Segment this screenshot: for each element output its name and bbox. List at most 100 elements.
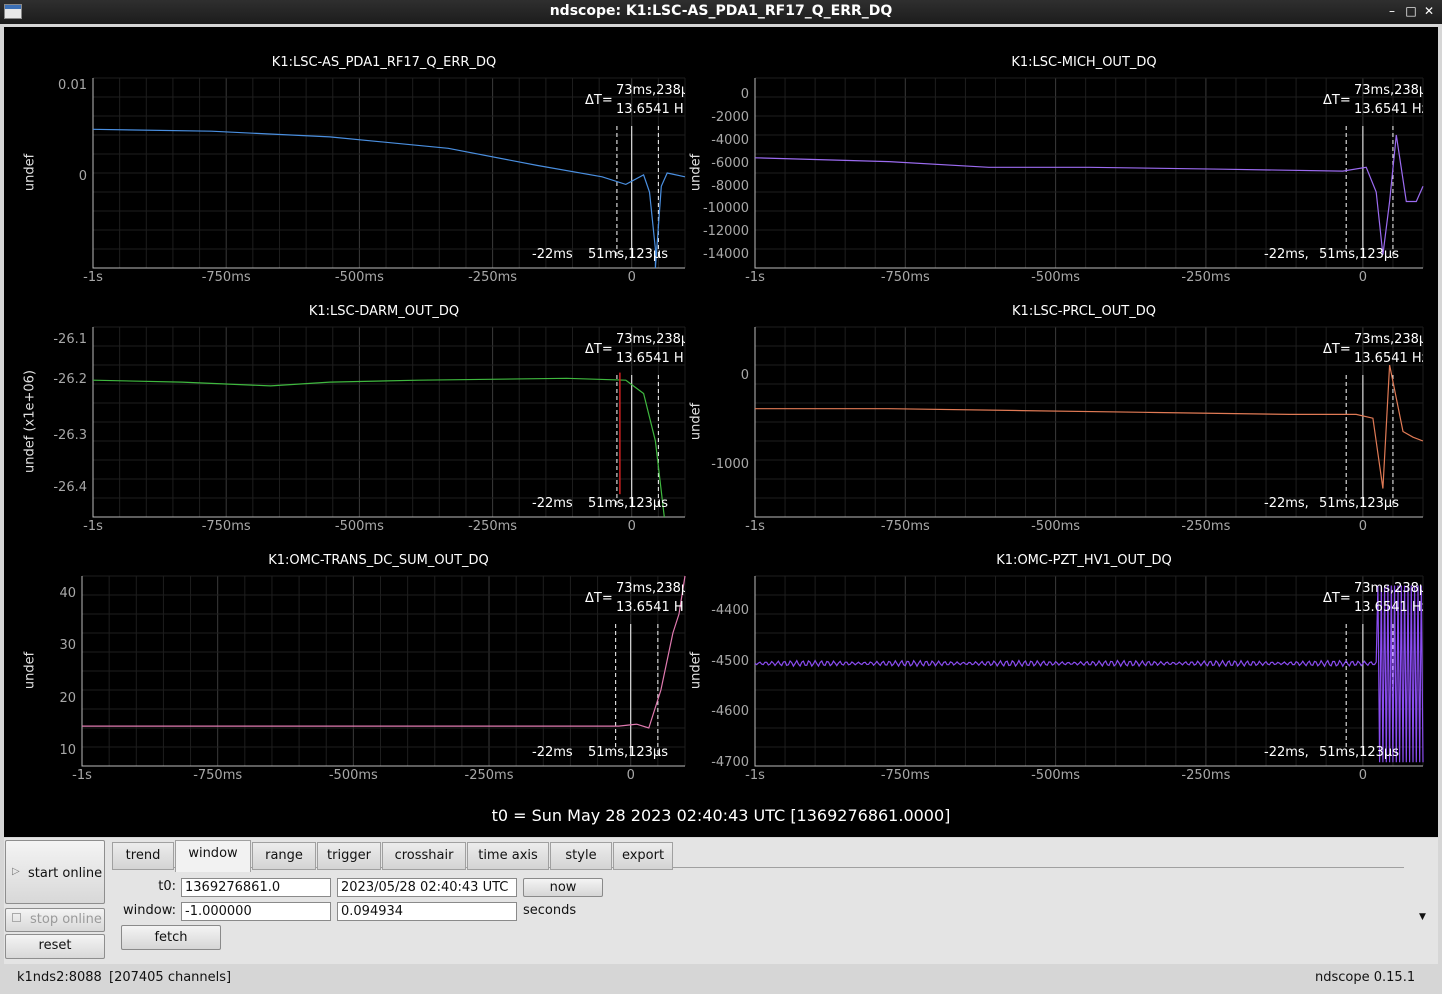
y-tick-label: -4000 [711, 133, 749, 148]
x-tick-label: -500ms [328, 768, 378, 783]
x-tick-label: -500ms [1031, 768, 1081, 783]
delta-t-label: ΔT= [1323, 342, 1351, 357]
delta-t-label: ΔT= [585, 93, 613, 108]
x-tick-label: -500ms [1031, 270, 1081, 285]
y-tick-label: 40 [59, 586, 76, 601]
frequency-value: 13.6541 Hz [1354, 600, 1423, 615]
t0-label: t0 = Sun May 28 2023 02:40:43 UTC [13692… [491, 806, 951, 825]
t0-gps-input[interactable]: 1369276861.0 [181, 878, 331, 897]
y-tick-label: -26.2 [53, 372, 87, 387]
server-address: k1nds2:8088 [17, 970, 102, 985]
stop-icon [12, 913, 21, 922]
x-tick-label: -1s [745, 768, 765, 783]
frequency-value: 13.6541 Hz [1354, 351, 1423, 366]
t0-field-label: t0: [158, 879, 176, 894]
y-tick-label: 10 [59, 743, 76, 758]
y-tick-label: -26.3 [53, 428, 87, 443]
y-tick-label: -1000 [711, 457, 749, 472]
delta-t-value: 73ms,238μ [1354, 581, 1423, 596]
tab-trigger[interactable]: trigger [317, 842, 381, 870]
y-tick-label: 0 [740, 87, 749, 102]
y-tick-label: -4400 [711, 603, 749, 618]
x-tick-label: -250ms [1181, 270, 1231, 285]
y-tick-label: -2000 [711, 110, 749, 125]
maximize-icon[interactable]: □ [1403, 3, 1419, 19]
cursor-left-time: -22ms, [1264, 247, 1309, 262]
y-tick-label: -6000 [711, 156, 749, 171]
y-tick-label: -4600 [711, 704, 749, 719]
cursor-right-time: 51ms,123μs [588, 247, 668, 262]
y-axis-label: undef [22, 651, 38, 690]
x-tick-label: 0 [1358, 519, 1368, 534]
x-tick-label: -1s [83, 519, 103, 534]
play-icon: ▷ [12, 866, 20, 877]
x-tick-label: -750ms [880, 270, 930, 285]
delta-t-value: 73ms,238μ [1354, 332, 1423, 347]
delta-t-label: ΔT= [1323, 93, 1351, 108]
cursor-left-time: -22ms [532, 496, 573, 511]
cursor-left-time: -22ms [532, 247, 573, 262]
cursor-left-time: -22ms, [1264, 745, 1309, 760]
x-tick-label: -750ms [201, 519, 251, 534]
x-tick-label: -750ms [880, 768, 930, 783]
reset-button[interactable]: reset [5, 934, 105, 959]
frequency-value: 13.6541 Hz [1354, 102, 1423, 117]
tab-range[interactable]: range [252, 842, 316, 870]
tab-trend[interactable]: trend [112, 842, 174, 870]
delta-t-value: 73ms,238μ [616, 83, 685, 98]
x-tick-label: -1s [83, 270, 103, 285]
tab-time-axis[interactable]: time axis [467, 842, 549, 870]
title-bar: ndscope: K1:LSC-AS_PDA1_RF17_Q_ERR_DQ – … [0, 0, 1442, 24]
start-online-button[interactable]: ▷ start online [5, 840, 105, 904]
delta-t-label: ΔT= [585, 591, 613, 606]
chevron-down-icon[interactable]: ▼ [1419, 912, 1426, 922]
y-tick-label: -4500 [711, 654, 749, 669]
start-online-label: start online [28, 866, 103, 881]
plot-title: K1:LSC-DARM_OUT_DQ [308, 304, 460, 319]
x-tick-label: -750ms [193, 768, 243, 783]
control-panel: ▷ start online stop online reset trend wi… [4, 838, 1438, 964]
window-end-input[interactable]: 0.094934 [337, 902, 517, 921]
window-start-input[interactable]: -1.000000 [181, 902, 331, 921]
x-tick-label: -250ms [1181, 768, 1231, 783]
x-tick-label: 0 [626, 768, 635, 783]
plot-title: K1:LSC-AS_PDA1_RF17_Q_ERR_DQ [271, 55, 497, 70]
tab-window[interactable]: window [175, 840, 251, 872]
y-tick-label: -8000 [711, 179, 749, 194]
x-tick-label: -1s [745, 519, 765, 534]
x-tick-label: -500ms [334, 270, 384, 285]
delta-t-value: 73ms,238μ [1354, 83, 1423, 98]
x-tick-label: -1s [72, 768, 92, 783]
cursor-left-time: -22ms [532, 745, 573, 760]
window-border [1438, 24, 1442, 964]
plot-title: K1:OMC-TRANS_DC_SUM_OUT_DQ [268, 553, 489, 568]
x-tick-label: -500ms [334, 519, 384, 534]
delta-t-label: ΔT= [1323, 591, 1351, 606]
plot-area[interactable]: K1:LSC-AS_PDA1_RF17_Q_ERR_DQ undef 0.01 0 -1… [4, 27, 1438, 837]
tab-export[interactable]: export [613, 842, 673, 870]
stop-online-label: stop online [30, 912, 102, 927]
y-tick-label: -10000 [702, 201, 749, 216]
tab-style[interactable]: style [550, 842, 612, 870]
now-button[interactable]: now [523, 878, 603, 897]
fetch-button[interactable]: fetch [121, 925, 221, 950]
tab-crosshair[interactable]: crosshair [382, 842, 466, 870]
delta-t-value: 73ms,238μ [616, 581, 685, 596]
status-bar: k1nds2:8088 [207405 channels] ndscope 0.… [0, 964, 1442, 994]
x-tick-label: -750ms [201, 270, 251, 285]
cursor-right-time: 51ms,123μs [1319, 496, 1399, 511]
version-label: ndscope 0.15.1 [1315, 970, 1416, 985]
y-tick-label: 20 [59, 691, 76, 706]
x-tick-label: -250ms [1181, 519, 1231, 534]
frequency-value: 13.6541 H [616, 600, 684, 615]
y-tick-label: -26.4 [53, 480, 87, 495]
stop-online-button[interactable]: stop online [5, 908, 105, 932]
window-title: ndscope: K1:LSC-AS_PDA1_RF17_Q_ERR_DQ [549, 3, 893, 19]
delta-t-value: 73ms,238μ [616, 332, 685, 347]
x-tick-label: -1s [745, 270, 765, 285]
signal-trace [754, 134, 1424, 255]
t0-utc-input[interactable]: 2023/05/28 02:40:43 UTC [337, 878, 517, 897]
plot-title: K1:LSC-MICH_OUT_DQ [1011, 55, 1157, 70]
minimize-icon[interactable]: – [1384, 3, 1400, 19]
close-icon[interactable]: ✕ [1421, 3, 1437, 19]
